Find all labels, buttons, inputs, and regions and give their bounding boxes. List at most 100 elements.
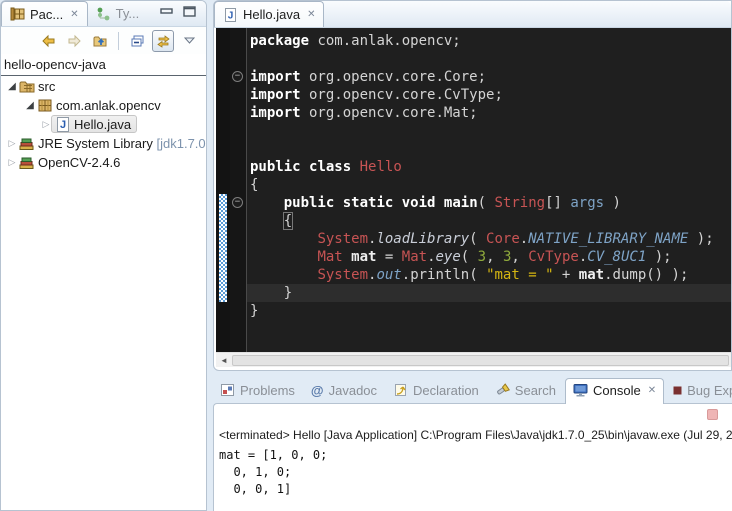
tab-label: Problems [240,383,295,398]
console-tabrow: Problems @ Javadoc Declaration Search Co… [213,377,732,403]
tab-label: Console [593,383,641,398]
tab-package-explorer[interactable]: Pac... ✕ [1,1,88,26]
tree-item-label: src [38,79,55,94]
collapse-all-icon [130,34,145,48]
tree-item-label: OpenCV-2.4.6 [38,155,120,170]
code-line[interactable]: public class Hello [247,158,731,176]
editor-panel: J Hello.java ✕ −− package com.anlak.open… [213,0,732,371]
view-menu-button[interactable] [178,30,200,52]
maximize-icon[interactable] [183,6,196,17]
tab-type-hierarchy[interactable]: Ty... [88,1,148,26]
java-file-icon: J [223,8,238,22]
code-line[interactable]: Mat mat = Mat.eye( 3, 3, CvType.CV_8UC1 … [247,248,731,266]
tree-item-src[interactable]: ◢ src [1,77,206,95]
console-output-line: 0, 1, 0; [219,464,732,481]
expand-toggle-icon[interactable]: ◢ [25,100,35,111]
search-flashlight-icon [495,383,510,397]
back-arrow-icon [41,34,56,48]
expand-toggle-icon[interactable]: ◢ [7,81,17,92]
method-range-indicator [219,194,227,302]
close-icon[interactable]: ✕ [646,385,656,396]
console-output[interactable]: mat = [1, 0, 0; 0, 1, 0; 0, 0, 1] [219,447,732,498]
tree-separator [1,75,206,76]
tree-item-package[interactable]: ◢ com.anlak.opencv [1,96,206,114]
console-view[interactable]: <terminated> Hello [Java Application] C:… [213,403,732,511]
code-line[interactable]: package com.anlak.opencv; [247,32,731,50]
code-line[interactable]: System.loadLibrary( Core.NATIVE_LIBRARY_… [247,230,731,248]
forward-button[interactable] [63,30,85,52]
forward-arrow-icon [67,34,82,48]
package-explorer-panel: Pac... ✕ Ty... he [0,0,207,511]
project-root-label: hello-opencv-java [1,55,206,75]
code-line[interactable] [247,50,731,68]
package-explorer-toolbar [1,27,206,54]
fold-collapse-icon[interactable]: − [232,197,243,208]
svg-text:J: J [228,10,234,21]
code-line[interactable]: } [247,284,731,302]
code-lines: package com.anlak.opencv; import org.ope… [247,32,731,320]
code-line[interactable]: { [247,212,731,230]
svg-text:J: J [60,119,66,131]
minimize-icon[interactable] [160,6,173,17]
tree-item-jre-library[interactable]: ▷ JRE System Library [jdk1.7.0 [1,134,206,152]
back-button[interactable] [37,30,59,52]
fold-margin[interactable]: −− [230,28,246,352]
editor-tabrow: J Hello.java ✕ [214,1,731,28]
package-explorer-tree[interactable]: hello-opencv-java ◢ src ◢ com.anlak.open… [1,55,206,510]
code-line[interactable]: import org.opencv.core.CvType; [247,86,731,104]
tab-problems[interactable]: Problems [213,379,302,402]
console-monitor-icon [573,383,588,397]
tab-hello-java-editor[interactable]: J Hello.java ✕ [214,1,324,27]
tab-label: Javadoc [329,383,377,398]
tab-javadoc[interactable]: @ Javadoc [304,379,384,402]
javadoc-at-icon: @ [311,383,324,398]
scroll-left-arrow-icon[interactable]: ◄ [216,353,232,368]
tab-console[interactable]: Console ✕ [565,378,664,404]
go-up-folder-icon [93,34,108,48]
code-line[interactable]: } [247,302,731,320]
tree-item-hello-java[interactable]: ▷ J Hello.java [1,115,206,133]
editor-tab-label: Hello.java [243,7,300,22]
package-explorer-icon [10,7,25,21]
type-hierarchy-icon [96,7,111,21]
bug-explorer-icon [673,386,682,395]
collapse-all-button[interactable] [126,30,148,52]
problems-icon [220,383,235,397]
close-icon[interactable]: ✕ [68,9,78,20]
scrollbar-thumb[interactable] [232,355,729,366]
library-books-icon [19,136,35,151]
code-line[interactable]: import org.opencv.core.Mat; [247,104,731,122]
code-line[interactable] [247,140,731,158]
link-with-editor-button[interactable] [152,30,174,52]
close-icon[interactable]: ✕ [305,9,315,20]
tab-label: Search [515,383,556,398]
panel-window-buttons [160,1,206,26]
code-line[interactable] [247,122,731,140]
jre-version-decorator: [jdk1.7.0 [157,136,206,151]
code-editor[interactable]: −− package com.anlak.opencv; import org.… [216,28,731,352]
tree-item-label: com.anlak.opencv [56,98,161,113]
console-panel: Problems @ Javadoc Declaration Search Co… [213,377,732,511]
tab-declaration[interactable]: Declaration [386,379,486,402]
link-with-editor-icon [156,34,171,48]
expand-toggle-icon[interactable]: ▷ [41,119,51,130]
tab-search[interactable]: Search [488,379,563,402]
code-line[interactable]: import org.opencv.core.Core; [247,68,731,86]
tab-bug-explorer[interactable]: Bug Explorer [666,379,732,402]
code-line[interactable]: System.out.println( "mat = " + mat.dump(… [247,266,731,284]
code-line[interactable]: { [247,176,731,194]
editor-h-scrollbar[interactable]: ◄ [216,352,731,367]
tab-label: Declaration [413,383,479,398]
tree-item-opencv-library[interactable]: ▷ OpenCV-2.4.6 [1,153,206,171]
expand-toggle-icon[interactable]: ▷ [7,157,17,168]
fold-collapse-icon[interactable]: − [232,71,243,82]
console-status-line: <terminated> Hello [Java Application] C:… [219,428,732,442]
expand-toggle-icon[interactable]: ▷ [7,138,17,149]
tab-type-hierarchy-label: Ty... [116,6,140,21]
toolbar-separator [118,32,119,50]
annotation-ruler[interactable] [216,28,230,352]
code-line[interactable]: public static void main( String[] args ) [247,194,731,212]
go-up-button[interactable] [89,30,111,52]
java-file-icon: J [55,117,71,132]
terminate-button[interactable] [707,409,718,420]
